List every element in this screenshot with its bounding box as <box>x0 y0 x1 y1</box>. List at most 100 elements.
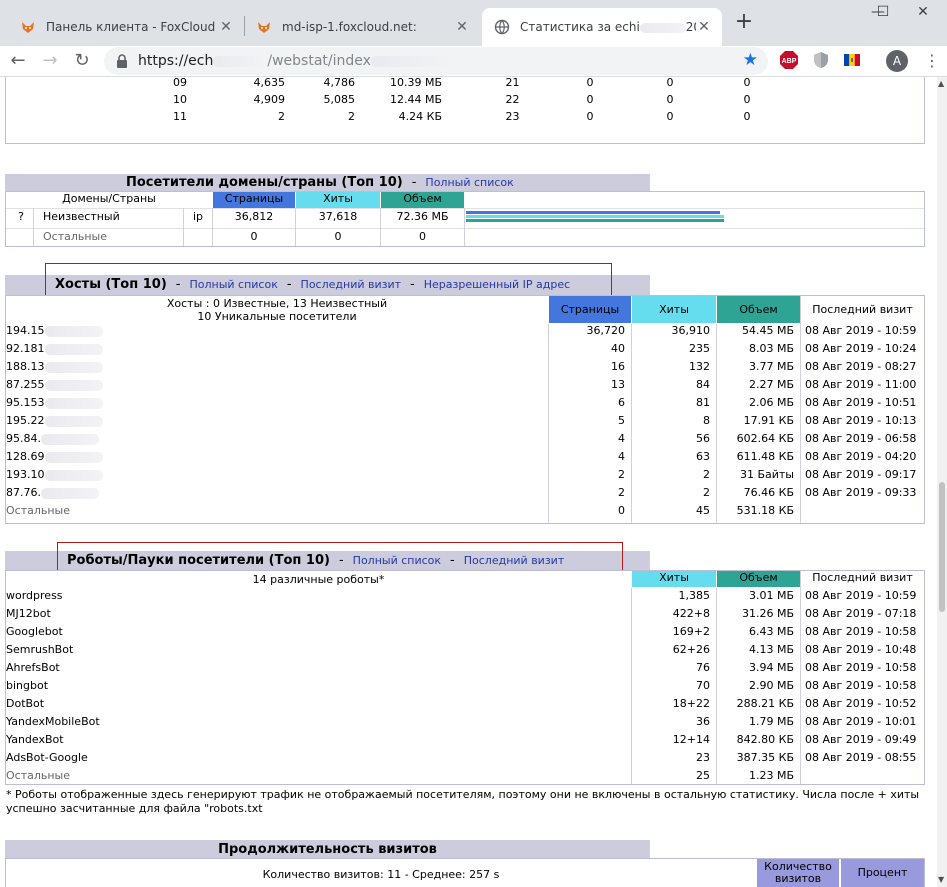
table-row: Остальные 25 1.23 МБ <box>6 769 924 787</box>
last-visit-cell: 08 Авг 2019 - 10:01 <box>805 715 917 728</box>
last-visit-cell: 08 Авг 2019 - 04:20 <box>805 450 917 463</box>
back-arrow-icon[interactable]: ← <box>6 49 30 73</box>
new-tab-button[interactable]: + <box>733 11 755 34</box>
host-ip-prefix: 128.69 <box>6 450 45 463</box>
table-row: MJ12bot 422+8 31.26 МБ 08 Авг 2019 - 07:18 <box>6 607 924 625</box>
close-tab-icon[interactable]: ✕ <box>696 19 712 35</box>
forward-arrow-icon[interactable]: → <box>38 49 62 73</box>
table-row: 95.84. 4 56 602.64 КБ 08 Авг 2019 - 06:58 <box>6 432 924 450</box>
robot-name-cell: bingbot <box>6 679 49 692</box>
table-row: SemrushBot 62+26 4.13 МБ 08 Авг 2019 - 10:4… <box>6 643 924 661</box>
bandwidth-cell: 387.35 КБ <box>736 751 794 764</box>
close-tab-icon[interactable]: ✕ <box>218 19 234 35</box>
tab-statistics[interactable]: Статистика за echi 2019 ✕ <box>482 8 722 46</box>
menu-kebab-icon[interactable]: ⋮ <box>922 51 942 71</box>
redacted-text <box>44 415 103 427</box>
hosts-rows: 194.15 36,720 36,910 54.45 МБ 08 Авг 2019 - … <box>6 324 924 524</box>
table-row: AdsBot-Google 23 387.35 КБ 08 Авг 2019 - 08… <box>6 751 924 769</box>
last-visit-cell: 08 Авг 2019 - 10:52 <box>805 697 917 710</box>
last-visit-cell: 08 Авг 2019 - 10:51 <box>805 396 917 409</box>
bandwidth-cell: 288.21 КБ <box>736 697 794 710</box>
column-header-last-visit: Последний визит <box>812 303 913 316</box>
bandwidth-cell: 17.91 КБ <box>743 414 794 427</box>
traffic-bar-graph <box>466 211 724 224</box>
column-divider <box>464 208 465 246</box>
bandwidth-bar <box>466 219 724 222</box>
column-divider <box>800 296 801 523</box>
bandwidth-cell: 2.90 МБ <box>748 679 794 692</box>
hits-cell: 0 <box>666 93 674 106</box>
hits-cell: 8 <box>703 414 710 427</box>
bookmark-star-icon[interactable]: ★ <box>743 50 758 70</box>
column-header-pages: Страницы <box>213 192 295 208</box>
robot-name-cell: Googlebot <box>6 625 63 638</box>
robot-name-cell: SemrushBot <box>6 643 74 656</box>
robot-name-cell: AdsBot-Google <box>6 751 88 764</box>
column-header-bandwidth: Объем <box>381 192 464 208</box>
bandwidth-cell: 10.39 МБ <box>389 77 442 89</box>
hits-cell: 63 <box>696 450 710 463</box>
reload-icon[interactable]: ↻ <box>70 49 94 73</box>
hits-cell: 422+8 <box>672 607 710 620</box>
close-window-button[interactable]: ✕ <box>903 4 943 26</box>
table-row: 95.153 6 81 2.06 МБ 08 Авг 2019 - 10:51 <box>6 396 924 414</box>
table-row: ? Неизвестный ip 36,812 37,618 72.36 МБ <box>6 210 924 227</box>
redacted-text <box>44 469 103 481</box>
pages-cell: 0 <box>618 504 625 517</box>
bandwidth-cell: 3.01 МБ <box>748 589 794 602</box>
url-host: https://ech <box>138 53 214 69</box>
row-divider <box>6 228 924 229</box>
shield-extension-icon[interactable] <box>811 50 831 70</box>
bandwidth-cell: 31 Байты <box>739 468 794 481</box>
tab-isp-panel[interactable]: md-isp-1.foxcloud.net: ✕ <box>244 8 480 46</box>
hits-cell: 0 <box>334 230 342 243</box>
moldova-flag-icon[interactable] <box>843 51 863 71</box>
pages-cell: 4,635 <box>253 77 286 89</box>
hits-cell: 4,786 <box>323 77 356 89</box>
hits-cell: 132 <box>689 360 710 373</box>
last-visit-cell: 08 Авг 2019 - 08:27 <box>805 360 917 373</box>
host-ip-cell: 95.153 <box>6 396 103 409</box>
page-scrollbar[interactable]: ▲ ▼ <box>937 77 947 887</box>
scrollbar-thumb[interactable] <box>939 482 945 612</box>
column-divider <box>295 208 296 246</box>
redacted-text <box>370 55 451 67</box>
bandwidth-cell: 0 <box>743 77 751 89</box>
table-row: Googlebot 169+2 6.43 МБ 08 Авг 2019 - 10:58 <box>6 625 924 643</box>
close-tab-icon[interactable]: ✕ <box>454 19 470 35</box>
hits-cell: 70 <box>696 679 710 692</box>
hits-cell: 2 <box>703 486 710 499</box>
hits-cell: 56 <box>696 432 710 445</box>
column-header-domains: Домены/Страны <box>62 192 156 205</box>
domains-full-list-link[interactable]: Полный список <box>425 176 513 189</box>
url-text: https://ech/webstat/index <box>138 53 451 69</box>
table-row: Остальные 0 0 0 <box>6 230 924 247</box>
column-divider <box>631 588 632 784</box>
table-row: 194.15 36,720 36,910 54.45 МБ 08 Авг 2019 - … <box>6 324 924 342</box>
tab-strip: Панель клиента - FoxCloud ✕ md-isp-1.fox… <box>0 0 947 46</box>
scroll-down-arrow-icon[interactable]: ▼ <box>938 875 944 884</box>
hour-cell: 10 <box>173 93 187 106</box>
column-divider <box>380 208 381 246</box>
pages-cell: 36,812 <box>234 210 274 223</box>
hour-cell: 23 <box>505 110 520 123</box>
scroll-up-arrow-icon[interactable]: ▲ <box>938 79 944 88</box>
abp-icon[interactable]: ABP <box>779 50 799 70</box>
hits-cell: 84 <box>696 378 710 391</box>
hits-cell: 18+22 <box>672 697 710 710</box>
host-ip-prefix: 194.15 <box>6 324 45 337</box>
globe-icon <box>494 19 510 35</box>
host-ip-prefix: 95.84. <box>6 432 41 445</box>
maximize-button[interactable]: ☐ <box>866 4 900 26</box>
row-divider <box>6 208 924 209</box>
table-row: 193.10 2 2 31 Байты 08 Авг 2019 - 09:17 <box>6 468 924 486</box>
robots-footnote: * Роботы отображенные здесь генерируют т… <box>6 788 920 815</box>
address-bar[interactable]: https://ech/webstat/index ★ <box>104 47 768 75</box>
table-row: AhrefsBot 76 3.94 МБ 08 Авг 2019 - 10:58 <box>6 661 924 679</box>
host-ip-cell: 128.69 <box>6 450 103 463</box>
profile-avatar[interactable]: A <box>886 50 908 72</box>
column-header-bandwidth: Объем <box>717 571 800 587</box>
column-header-hits: Хиты <box>632 571 716 587</box>
tab-client-panel[interactable]: Панель клиента - FoxCloud ✕ <box>8 8 244 46</box>
domain-name-cell: Неизвестный <box>43 210 120 223</box>
